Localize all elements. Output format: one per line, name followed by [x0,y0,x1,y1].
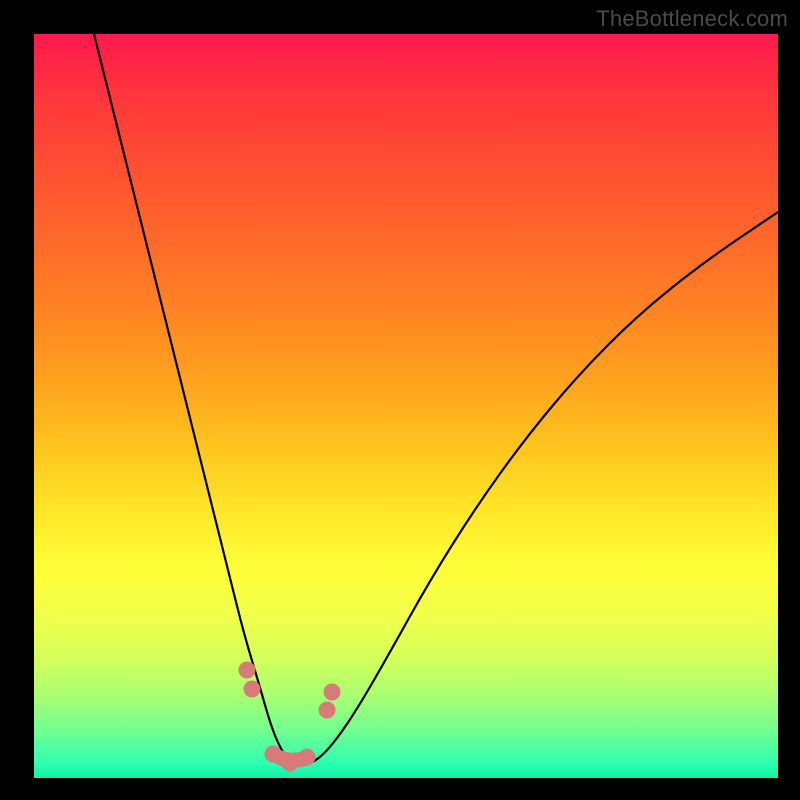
chart-frame: TheBottleneck.com [0,0,800,800]
curve-svg [34,34,778,778]
curve-markers [239,662,341,772]
bottleneck-curve [94,34,778,765]
watermark-text: TheBottleneck.com [596,6,788,32]
plot-area [34,34,778,778]
